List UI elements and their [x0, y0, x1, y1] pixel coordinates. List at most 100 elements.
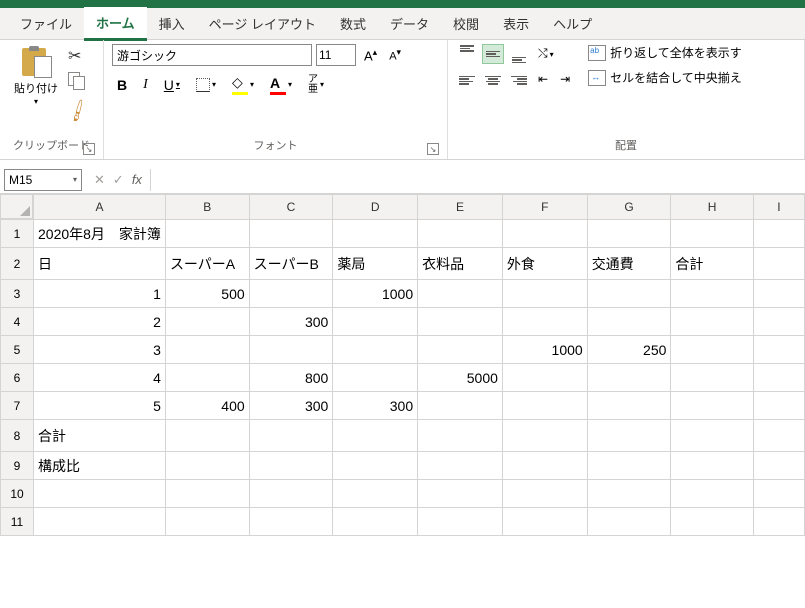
cell-A1[interactable]: 2020年8月 家計簿	[34, 220, 166, 248]
select-all-button[interactable]	[1, 195, 33, 219]
cell-G10[interactable]	[587, 480, 671, 508]
cell-F3[interactable]	[502, 280, 587, 308]
cell-F9[interactable]	[502, 452, 587, 480]
borders-button[interactable]: ▾	[191, 76, 221, 94]
col-header-C[interactable]: C	[249, 195, 333, 220]
cell-E3[interactable]	[418, 280, 503, 308]
cell-C1[interactable]	[249, 220, 333, 248]
cell-F6[interactable]	[502, 364, 587, 392]
font-launcher[interactable]: ↘	[427, 143, 439, 155]
cell-D3[interactable]: 1000	[333, 280, 418, 308]
align-middle-button[interactable]	[482, 44, 504, 64]
wrap-text-button[interactable]: ab 折り返して全体を表示す	[588, 44, 742, 61]
decrease-indent-button[interactable]: ⇤	[534, 70, 552, 90]
cell-A2[interactable]: 日	[34, 248, 166, 280]
cell-E9[interactable]	[418, 452, 503, 480]
col-header-H[interactable]: H	[671, 195, 753, 220]
cell-F7[interactable]	[502, 392, 587, 420]
cell-E2[interactable]: 衣料品	[418, 248, 503, 280]
cell-H1[interactable]	[671, 220, 753, 248]
cell-B4[interactable]	[165, 308, 249, 336]
grow-font-button[interactable]: A▴	[360, 45, 381, 65]
col-header-E[interactable]: E	[418, 195, 503, 220]
tab-data[interactable]: データ	[378, 8, 441, 39]
merge-center-button[interactable]: ↔ セルを結合して中央揃え	[588, 69, 742, 86]
align-top-button[interactable]	[456, 44, 478, 64]
cell-A7[interactable]: 5	[34, 392, 166, 420]
paste-dropdown-icon[interactable]: ▾	[34, 97, 38, 106]
tab-view[interactable]: 表示	[491, 8, 541, 39]
cancel-formula-button[interactable]: ✕	[94, 172, 105, 188]
bold-button[interactable]: B	[112, 75, 132, 95]
shrink-font-button[interactable]: A▾	[385, 45, 405, 65]
tab-page-layout[interactable]: ページ レイアウト	[197, 8, 328, 39]
accept-formula-button[interactable]: ✓	[113, 172, 124, 188]
cell-H6[interactable]	[671, 364, 753, 392]
orientation-button[interactable]: ⤭▾	[534, 44, 558, 64]
cell-D5[interactable]	[333, 336, 418, 364]
row-header-2[interactable]: 2	[1, 248, 34, 280]
col-header-F[interactable]: F	[502, 195, 587, 220]
tab-home[interactable]: ホーム	[84, 7, 147, 41]
align-right-button[interactable]	[508, 70, 530, 90]
italic-button[interactable]: I	[138, 75, 153, 95]
fill-color-button[interactable]: ◇▾	[227, 72, 259, 97]
row-header-9[interactable]: 9	[1, 452, 34, 480]
cell-H5[interactable]	[671, 336, 753, 364]
format-painter-button[interactable]: 🖌	[64, 97, 92, 124]
cell-A6[interactable]: 4	[34, 364, 166, 392]
cell-G3[interactable]	[587, 280, 671, 308]
cell-I2[interactable]	[753, 248, 804, 280]
name-box[interactable]: M15▾	[4, 169, 82, 191]
cell-C9[interactable]	[249, 452, 333, 480]
tab-review[interactable]: 校閲	[441, 8, 491, 39]
cell-G4[interactable]	[587, 308, 671, 336]
cell-A9[interactable]: 構成比	[34, 452, 166, 480]
cell-D2[interactable]: 薬局	[333, 248, 418, 280]
cell-C6[interactable]: 800	[249, 364, 333, 392]
col-header-G[interactable]: G	[587, 195, 671, 220]
cell-H8[interactable]	[671, 420, 753, 452]
cell-G1[interactable]	[587, 220, 671, 248]
cell-C4[interactable]: 300	[249, 308, 333, 336]
cell-I10[interactable]	[753, 480, 804, 508]
increase-indent-button[interactable]: ⇥	[556, 70, 574, 90]
insert-function-button[interactable]: fx	[132, 172, 142, 187]
cell-H9[interactable]	[671, 452, 753, 480]
font-color-button[interactable]: A▾	[265, 73, 297, 97]
cell-I11[interactable]	[753, 508, 804, 536]
cell-C3[interactable]	[249, 280, 333, 308]
cell-I5[interactable]	[753, 336, 804, 364]
cell-G2[interactable]: 交通費	[587, 248, 671, 280]
cell-F11[interactable]	[502, 508, 587, 536]
cell-F8[interactable]	[502, 420, 587, 452]
cell-C11[interactable]	[249, 508, 333, 536]
col-header-I[interactable]: I	[753, 195, 804, 220]
tab-formulas[interactable]: 数式	[328, 8, 378, 39]
cell-B11[interactable]	[165, 508, 249, 536]
cell-B9[interactable]	[165, 452, 249, 480]
cell-F1[interactable]	[502, 220, 587, 248]
cell-B10[interactable]	[165, 480, 249, 508]
align-left-button[interactable]	[456, 70, 478, 90]
cell-B8[interactable]	[165, 420, 249, 452]
cell-C8[interactable]	[249, 420, 333, 452]
cell-I8[interactable]	[753, 420, 804, 452]
cell-D11[interactable]	[333, 508, 418, 536]
cell-G9[interactable]	[587, 452, 671, 480]
cell-B5[interactable]	[165, 336, 249, 364]
cell-G8[interactable]	[587, 420, 671, 452]
cell-F2[interactable]: 外食	[502, 248, 587, 280]
cell-H3[interactable]	[671, 280, 753, 308]
cell-E7[interactable]	[418, 392, 503, 420]
cell-A10[interactable]	[34, 480, 166, 508]
cell-E10[interactable]	[418, 480, 503, 508]
cell-I7[interactable]	[753, 392, 804, 420]
cell-F4[interactable]	[502, 308, 587, 336]
cell-H7[interactable]	[671, 392, 753, 420]
cell-E4[interactable]	[418, 308, 503, 336]
cell-I3[interactable]	[753, 280, 804, 308]
tab-help[interactable]: ヘルプ	[541, 8, 604, 39]
cell-D6[interactable]	[333, 364, 418, 392]
cell-C10[interactable]	[249, 480, 333, 508]
